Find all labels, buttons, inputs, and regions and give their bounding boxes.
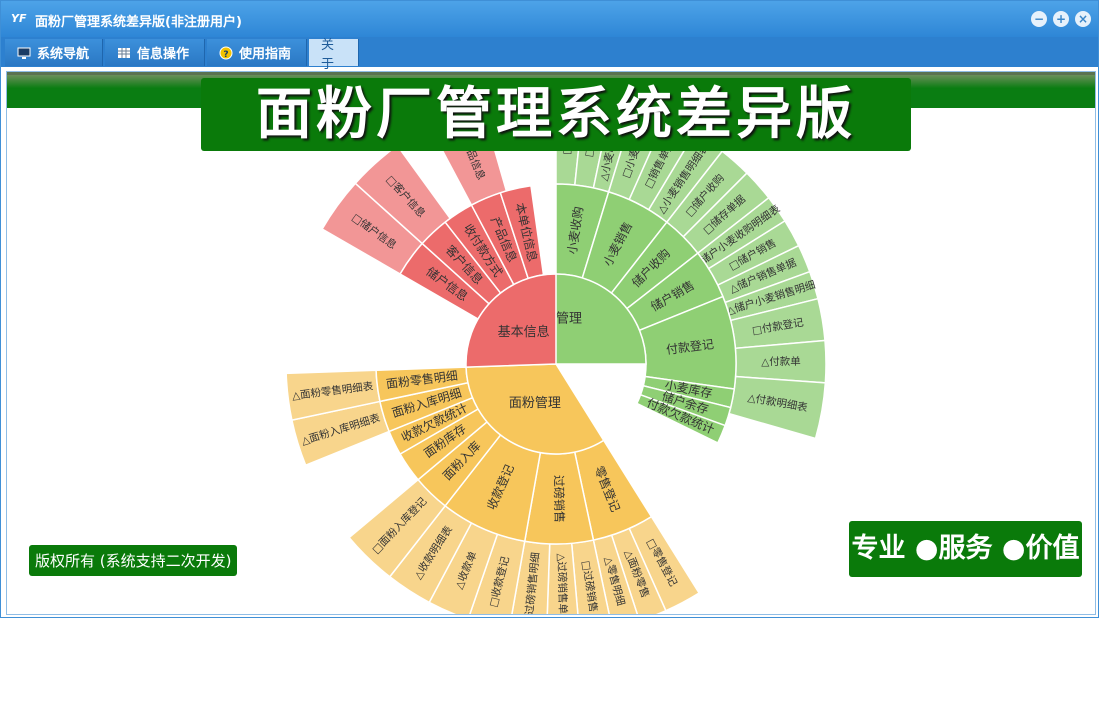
menu-about[interactable]: 关于 — [309, 38, 359, 72]
sunburst-root-segment-label: 面粉管理 — [509, 396, 561, 411]
menu-user-guide[interactable]: ? 使用指南 — [207, 39, 307, 66]
monitor-icon — [17, 47, 31, 59]
menu-bar: 系统导航 信息操作 ? 使用指南 关于 — [1, 37, 1098, 72]
menu-info-operation[interactable]: 信息操作 — [105, 39, 205, 66]
sunburst-category-segment-label: 过磅销售 — [551, 475, 567, 523]
menu-system-navigation[interactable]: 系统导航 — [5, 39, 103, 66]
maximize-button[interactable]: + — [1053, 11, 1069, 27]
app-logo-icon: YF — [11, 12, 27, 25]
minimize-button[interactable]: − — [1031, 11, 1047, 27]
sunburst-leaf-segment-label: △付款单 — [761, 355, 801, 368]
grid-icon — [118, 47, 130, 58]
sunburst-root-segment-label: 基本信息 — [498, 324, 550, 340]
help-icon: ? — [219, 46, 233, 60]
main-content: □小麦□收购△小麦收购明细□小麦销售□销售单据△小麦销售明细表□储户收购□储存单… — [6, 71, 1096, 615]
window-title: 面粉厂管理系统差异版(非注册用户) — [35, 15, 242, 30]
app-window: YF 面粉厂管理系统差异版(非注册用户) − + × 系统导航 信息操作 ? 使… — [0, 0, 1099, 618]
menu-label: 系统导航 — [37, 47, 90, 62]
svg-text:?: ? — [223, 50, 228, 60]
title-bar[interactable]: YF 面粉厂管理系统差异版(非注册用户) − + × — [1, 1, 1098, 37]
menu-label: 关于 — [321, 37, 335, 72]
copyright-badge: 版权所有 (系统支持二次开发) — [29, 545, 238, 576]
slogan-badge: 专业 ●服务 ●价值 — [849, 521, 1082, 577]
menu-label: 使用指南 — [239, 47, 292, 62]
banner-title: 面粉厂管理系统差异版 — [201, 78, 911, 151]
close-button[interactable]: × — [1075, 11, 1091, 27]
menu-label: 信息操作 — [137, 47, 190, 62]
sunburst-leaf-segment-label: △过磅销售单据 — [555, 553, 570, 614]
sunburst-ring-inner: 小麦管理面粉管理基本信息 — [465, 273, 647, 455]
